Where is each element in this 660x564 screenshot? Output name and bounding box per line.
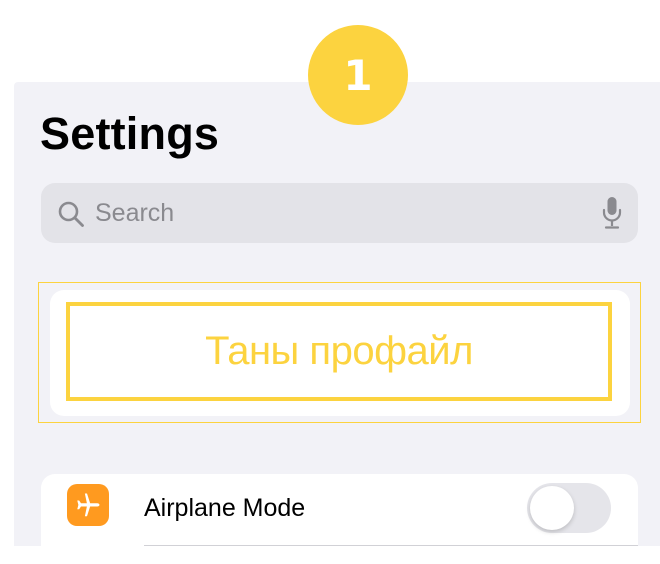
- page-title: Settings: [40, 108, 220, 159]
- toggle-knob: [530, 486, 574, 530]
- settings-row-label[interactable]: Airplane Mode: [144, 494, 305, 523]
- step-number-badge: 1: [308, 25, 408, 125]
- search-icon: [58, 201, 84, 227]
- airplane-mode-icon-tile: [67, 484, 109, 526]
- search-placeholder[interactable]: Search: [95, 199, 174, 228]
- microphone-icon[interactable]: [602, 196, 622, 230]
- settings-group: Airplane Mode: [41, 474, 638, 564]
- airplane-icon: [77, 493, 100, 517]
- step-number: 1: [343, 50, 373, 100]
- airplane-mode-toggle[interactable]: [527, 483, 611, 533]
- search-bar[interactable]: Search: [41, 183, 638, 243]
- profile-label: Таны профайл: [205, 329, 473, 373]
- profile-highlight-box[interactable]: Таны профайл: [66, 302, 612, 401]
